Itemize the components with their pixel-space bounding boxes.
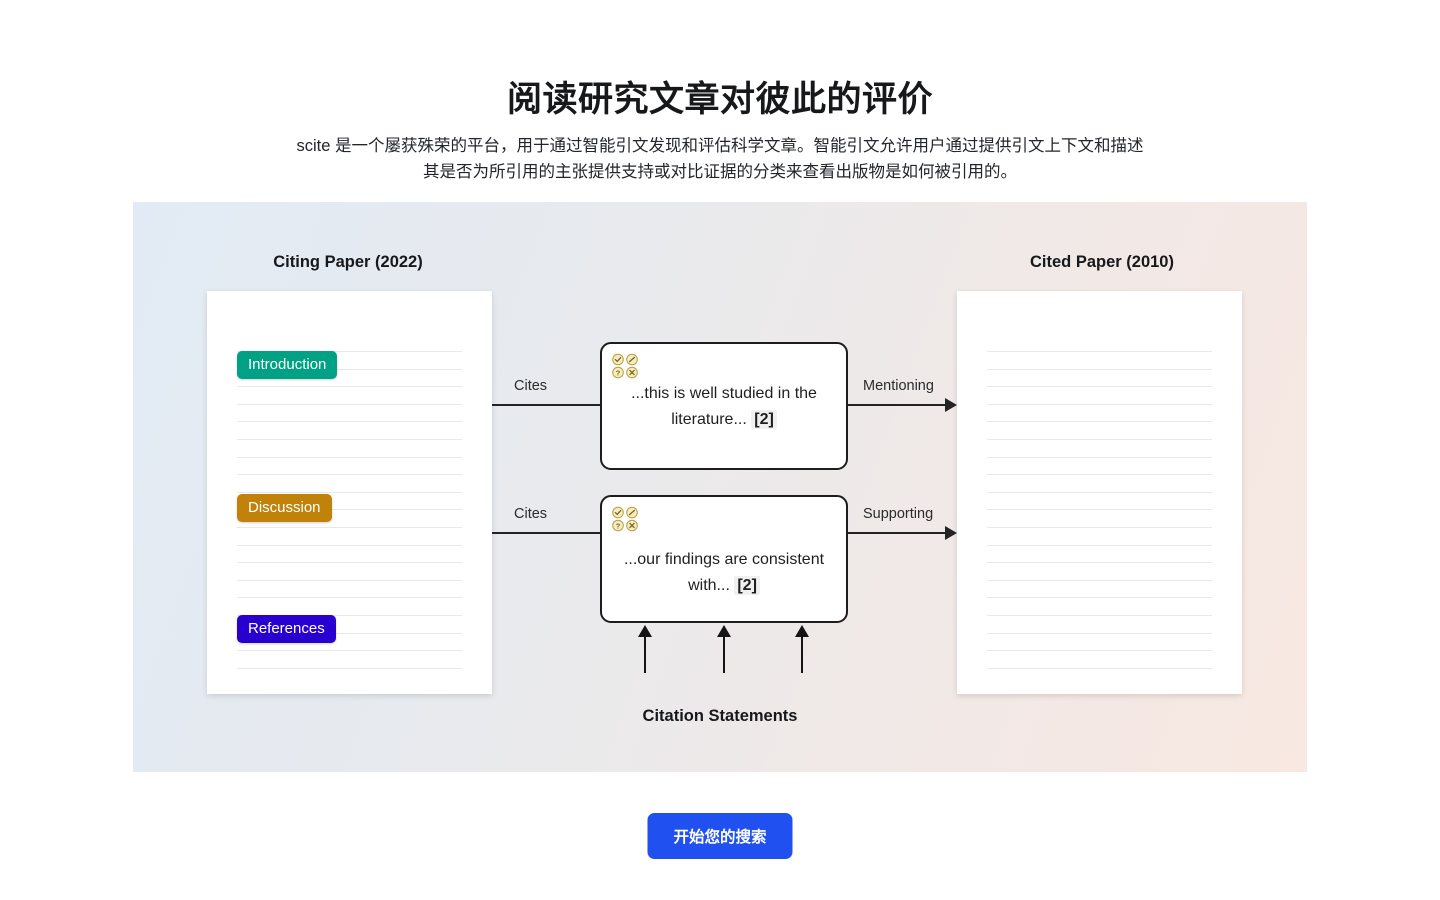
cites-label-2: Cites: [514, 506, 547, 522]
citation-statement-arrow-stem-1: [644, 635, 646, 673]
paper-ruled-line: [987, 633, 1212, 634]
cites-connector-line-2: [492, 532, 601, 534]
paper-ruled-line: [237, 439, 462, 440]
citation-diagram-panel: Citing Paper (2022) Cited Paper (2010) I…: [133, 202, 1307, 772]
paper-ruled-line: [237, 597, 462, 598]
supporting-label: Supporting: [863, 506, 933, 522]
svg-text:?: ?: [616, 368, 621, 377]
citation-statement-text-1: ...this is well studied in the literatur…: [616, 381, 832, 433]
paper-ruled-line: [987, 545, 1212, 546]
contrasting-slash-icon: [625, 353, 639, 366]
paper-ruled-line: [237, 527, 462, 528]
section-badge-discussion[interactable]: Discussion: [237, 494, 332, 522]
citation-statements-caption: Citation Statements: [133, 707, 1307, 726]
section-badge-references[interactable]: References: [237, 615, 336, 643]
mentioning-label: Mentioning: [863, 378, 934, 394]
citation-statement-arrow-stem-3: [801, 635, 803, 673]
paper-ruled-line: [237, 650, 462, 651]
paper-ruled-line: [237, 404, 462, 405]
citing-paper-sheet: Introduction Discussion References: [207, 291, 492, 694]
paper-ruled-line: [987, 650, 1212, 651]
paper-ruled-line: [237, 421, 462, 422]
paper-ruled-line: [237, 580, 462, 581]
paper-ruled-line: [987, 509, 1212, 510]
paper-ruled-line: [987, 527, 1212, 528]
paper-ruled-line: [237, 668, 462, 669]
paper-ruled-line: [237, 386, 462, 387]
contrasting-slash-icon: [625, 506, 639, 519]
paper-ruled-line: [987, 492, 1212, 493]
paper-ruled-line: [987, 439, 1212, 440]
paper-ruled-line: [987, 421, 1212, 422]
paper-ruled-line: [987, 562, 1212, 563]
citation-statement-text-2: ...our findings are consistent with... […: [616, 547, 832, 599]
paper-ruled-line: [987, 474, 1212, 475]
paper-ruled-line: [237, 474, 462, 475]
page-title: 阅读研究文章对彼此的评价: [0, 79, 1440, 121]
citation-reference-1[interactable]: [2]: [751, 410, 777, 429]
cited-paper-sheet: [957, 291, 1242, 694]
citing-paper-title: Citing Paper (2022): [133, 253, 563, 272]
disputing-x-icon: [625, 366, 639, 379]
paper-ruled-line: [987, 597, 1212, 598]
paper-ruled-line: [987, 404, 1212, 405]
page-subtitle: scite 是一个屡获殊荣的平台，用于通过智能引文发现和评估科学文章。智能引文允…: [290, 133, 1150, 185]
citation-statement-body-1: ...this is well studied in the literatur…: [631, 385, 817, 428]
citation-statement-arrow-head-3: [795, 625, 809, 637]
citation-statement-card-1[interactable]: ? ...this is well studied in the literat…: [600, 342, 848, 470]
paper-ruled-line: [987, 580, 1212, 581]
cites-connector-line-1: [492, 404, 601, 406]
svg-text:?: ?: [616, 521, 621, 530]
paper-ruled-line: [237, 545, 462, 546]
citation-statement-arrow-stem-2: [723, 635, 725, 673]
supporting-arrow-head-icon: [945, 526, 957, 540]
cites-label-1: Cites: [514, 378, 547, 394]
paper-ruled-line: [987, 351, 1212, 352]
start-search-button[interactable]: 开始您的搜索: [647, 813, 792, 859]
paper-ruled-line: [987, 369, 1212, 370]
citation-statement-arrow-head-2: [717, 625, 731, 637]
cited-paper-lines: [987, 291, 1212, 694]
disputing-x-icon: [625, 519, 639, 532]
mentioning-question-icon: ?: [611, 366, 625, 379]
scite-classification-icons-1: ?: [611, 353, 639, 379]
supporting-check-icon: [611, 353, 625, 366]
paper-ruled-line: [987, 668, 1212, 669]
citation-reference-2[interactable]: [2]: [734, 576, 760, 595]
section-badge-introduction[interactable]: Introduction: [237, 351, 337, 379]
paper-ruled-line: [237, 492, 462, 493]
paper-ruled-line: [987, 457, 1212, 458]
supporting-connector-line: [847, 532, 947, 534]
citation-statement-arrow-head-1: [638, 625, 652, 637]
mentioning-question-icon: ?: [611, 519, 625, 532]
mentioning-connector-line: [847, 404, 947, 406]
citation-statement-body-2: ...our findings are consistent with...: [624, 551, 824, 594]
paper-ruled-line: [987, 386, 1212, 387]
cited-paper-title: Cited Paper (2010): [887, 253, 1317, 272]
paper-ruled-line: [987, 615, 1212, 616]
supporting-check-icon: [611, 506, 625, 519]
citation-statement-card-2[interactable]: ? ...our findings are consistent with...…: [600, 495, 848, 623]
scite-classification-icons-2: ?: [611, 506, 639, 532]
mentioning-arrow-head-icon: [945, 398, 957, 412]
paper-ruled-line: [237, 562, 462, 563]
paper-ruled-line: [237, 457, 462, 458]
landing-page: 阅读研究文章对彼此的评价 scite 是一个屡获殊荣的平台，用于通过智能引文发现…: [0, 0, 1440, 900]
